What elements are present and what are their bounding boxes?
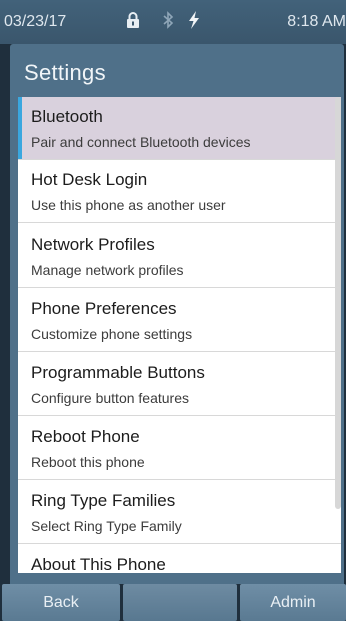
menu-item-title: Reboot Phone xyxy=(31,427,140,446)
menu-item-bluetooth[interactable]: Bluetooth Pair and connect Bluetooth dev… xyxy=(18,97,341,160)
menu-item-programmable-buttons[interactable]: Programmable Buttons Configure button fe… xyxy=(18,353,341,416)
menu-item-subtitle: Use this phone as another user xyxy=(31,197,226,213)
menu-item-subtitle: Customize phone settings xyxy=(31,326,193,342)
menu-item-hot-desk-login[interactable]: Hot Desk Login Use this phone as another… xyxy=(18,160,341,223)
menu-item-subtitle: Configure button features xyxy=(31,390,189,406)
menu-item-network-profiles[interactable]: Network Profiles Manage network profiles xyxy=(18,225,341,288)
menu-item-title: Bluetooth xyxy=(31,107,103,126)
menu-item-ring-type-families[interactable]: Ring Type Families Select Ring Type Fami… xyxy=(18,481,341,544)
settings-list: Bluetooth Pair and connect Bluetooth dev… xyxy=(18,97,341,573)
bluetooth-icon xyxy=(158,10,178,30)
menu-item-title: Network Profiles xyxy=(31,235,155,254)
menu-item-title: Phone Preferences xyxy=(31,299,177,318)
menu-item-subtitle: Manage network profiles xyxy=(31,262,184,278)
back-softkey[interactable]: Back xyxy=(2,584,120,621)
admin-softkey[interactable]: Admin xyxy=(240,584,346,621)
menu-item-subtitle: Pair and connect Bluetooth devices xyxy=(31,134,251,150)
status-time: 8:18 AM xyxy=(287,13,346,30)
menu-item-title: Programmable Buttons xyxy=(31,363,205,382)
menu-item-title: Ring Type Families xyxy=(31,491,176,510)
menu-item-subtitle: Select Ring Type Family xyxy=(31,518,182,534)
page-title: Settings xyxy=(24,60,106,85)
menu-item-about-this-phone[interactable]: About This Phone xyxy=(18,545,341,573)
softkey-bar: Back Admin xyxy=(0,584,346,621)
status-bar: 03/23/17 8:18 AM xyxy=(0,0,346,44)
menu-item-phone-preferences[interactable]: Phone Preferences Customize phone settin… xyxy=(18,289,341,352)
menu-item-subtitle: Reboot this phone xyxy=(31,454,145,470)
power-icon xyxy=(184,10,204,30)
lock-icon xyxy=(123,10,143,30)
list-scrollbar[interactable] xyxy=(335,97,341,509)
menu-item-title: Hot Desk Login xyxy=(31,170,148,189)
status-date: 03/23/17 xyxy=(4,13,67,30)
menu-item-reboot-phone[interactable]: Reboot Phone Reboot this phone xyxy=(18,417,341,480)
menu-item-title: About This Phone xyxy=(31,555,166,573)
blank-softkey[interactable] xyxy=(123,584,237,621)
